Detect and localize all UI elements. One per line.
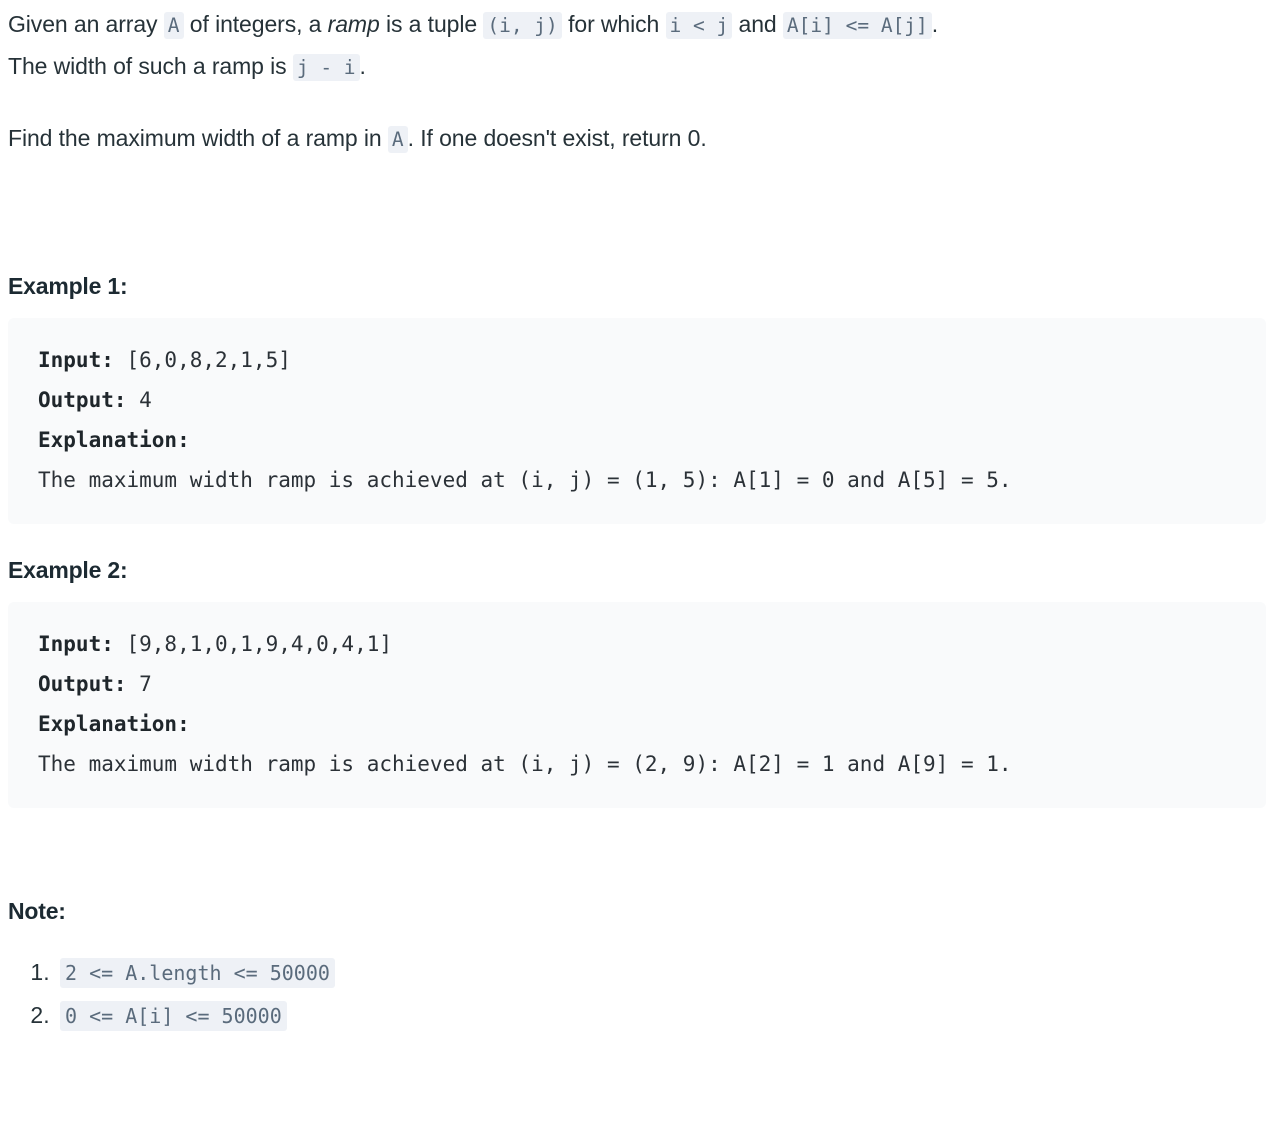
bottom-spacer <box>0 1037 1274 1047</box>
example-2-output-label: Output: <box>38 672 127 696</box>
inline-code-array-a-2: A <box>387 126 408 153</box>
heading-example-2: Example 2: <box>8 557 128 583</box>
example-1-code-block: Input: [6,0,8,2,1,5] Output: 4 Explanati… <box>8 318 1266 524</box>
note-list: 2 <= A.length <= 50000 0 <= A[i] <= 5000… <box>0 951 1274 1037</box>
inline-code-array-a: A <box>163 12 184 39</box>
example-2-explanation-label: Explanation: <box>38 712 190 736</box>
heading-example-1: Example 1: <box>8 273 128 299</box>
intro-text-3: is a tuple <box>385 11 478 37</box>
inline-code-i-lt-j: i < j <box>665 12 733 39</box>
example-1-explanation-text: The maximum width ramp is achieved at (i… <box>38 468 1012 492</box>
list-item: 2 <= A.length <= 50000 <box>56 951 1274 994</box>
example-2-input-value: [9,8,1,0,1,9,4,0,4,1] <box>113 632 393 656</box>
intro-paragraph: Given an array A of integers, a ramp is … <box>0 0 1274 88</box>
example-1-output-value: 4 <box>126 388 152 412</box>
inline-code-ai-le-aj: A[i] <= A[j] <box>782 12 932 39</box>
example-1-explanation-label: Explanation: <box>38 428 190 452</box>
find-paragraph: Find the maximum width of a ramp in A. I… <box>0 88 1274 160</box>
intro-text-2: of integers, a <box>189 11 322 37</box>
example-1-input-value: [6,0,8,2,1,5] <box>113 348 291 372</box>
example-1-input-label: Input: <box>38 348 114 372</box>
heading-note: Note: <box>8 898 66 924</box>
list-item: 0 <= A[i] <= 50000 <box>56 994 1274 1037</box>
intro-text-5: and <box>738 11 777 37</box>
intro-text-6: The width of such a ramp is <box>8 53 287 79</box>
inline-code-j-minus-i: j - i <box>292 54 360 81</box>
example-2-input-label: Input: <box>38 632 114 656</box>
example-2-explanation-text: The maximum width ramp is achieved at (i… <box>38 752 1012 776</box>
inline-code-constraint-value: 0 <= A[i] <= 50000 <box>60 1001 287 1031</box>
example-2-output-value: 7 <box>126 672 152 696</box>
emphasis-ramp: ramp <box>327 11 380 37</box>
problem-description-page: Given an array A of integers, a ramp is … <box>0 0 1274 1047</box>
intro-text-4: for which <box>568 11 660 37</box>
intro-text-1: Given an array <box>8 11 158 37</box>
example-1-output-label: Output: <box>38 388 127 412</box>
inline-code-constraint-length: 2 <= A.length <= 50000 <box>60 958 335 988</box>
inline-code-tuple-ij: (i, j) <box>483 12 562 39</box>
find-text-1: Find the maximum width of a ramp in <box>8 125 382 151</box>
find-text-2: . If one doesn't exist, return 0. <box>407 125 707 151</box>
intro-period-1: . <box>931 11 939 37</box>
intro-period-2: . <box>359 53 366 79</box>
example-2-code-block: Input: [9,8,1,0,1,9,4,0,4,1] Output: 7 E… <box>8 602 1266 808</box>
